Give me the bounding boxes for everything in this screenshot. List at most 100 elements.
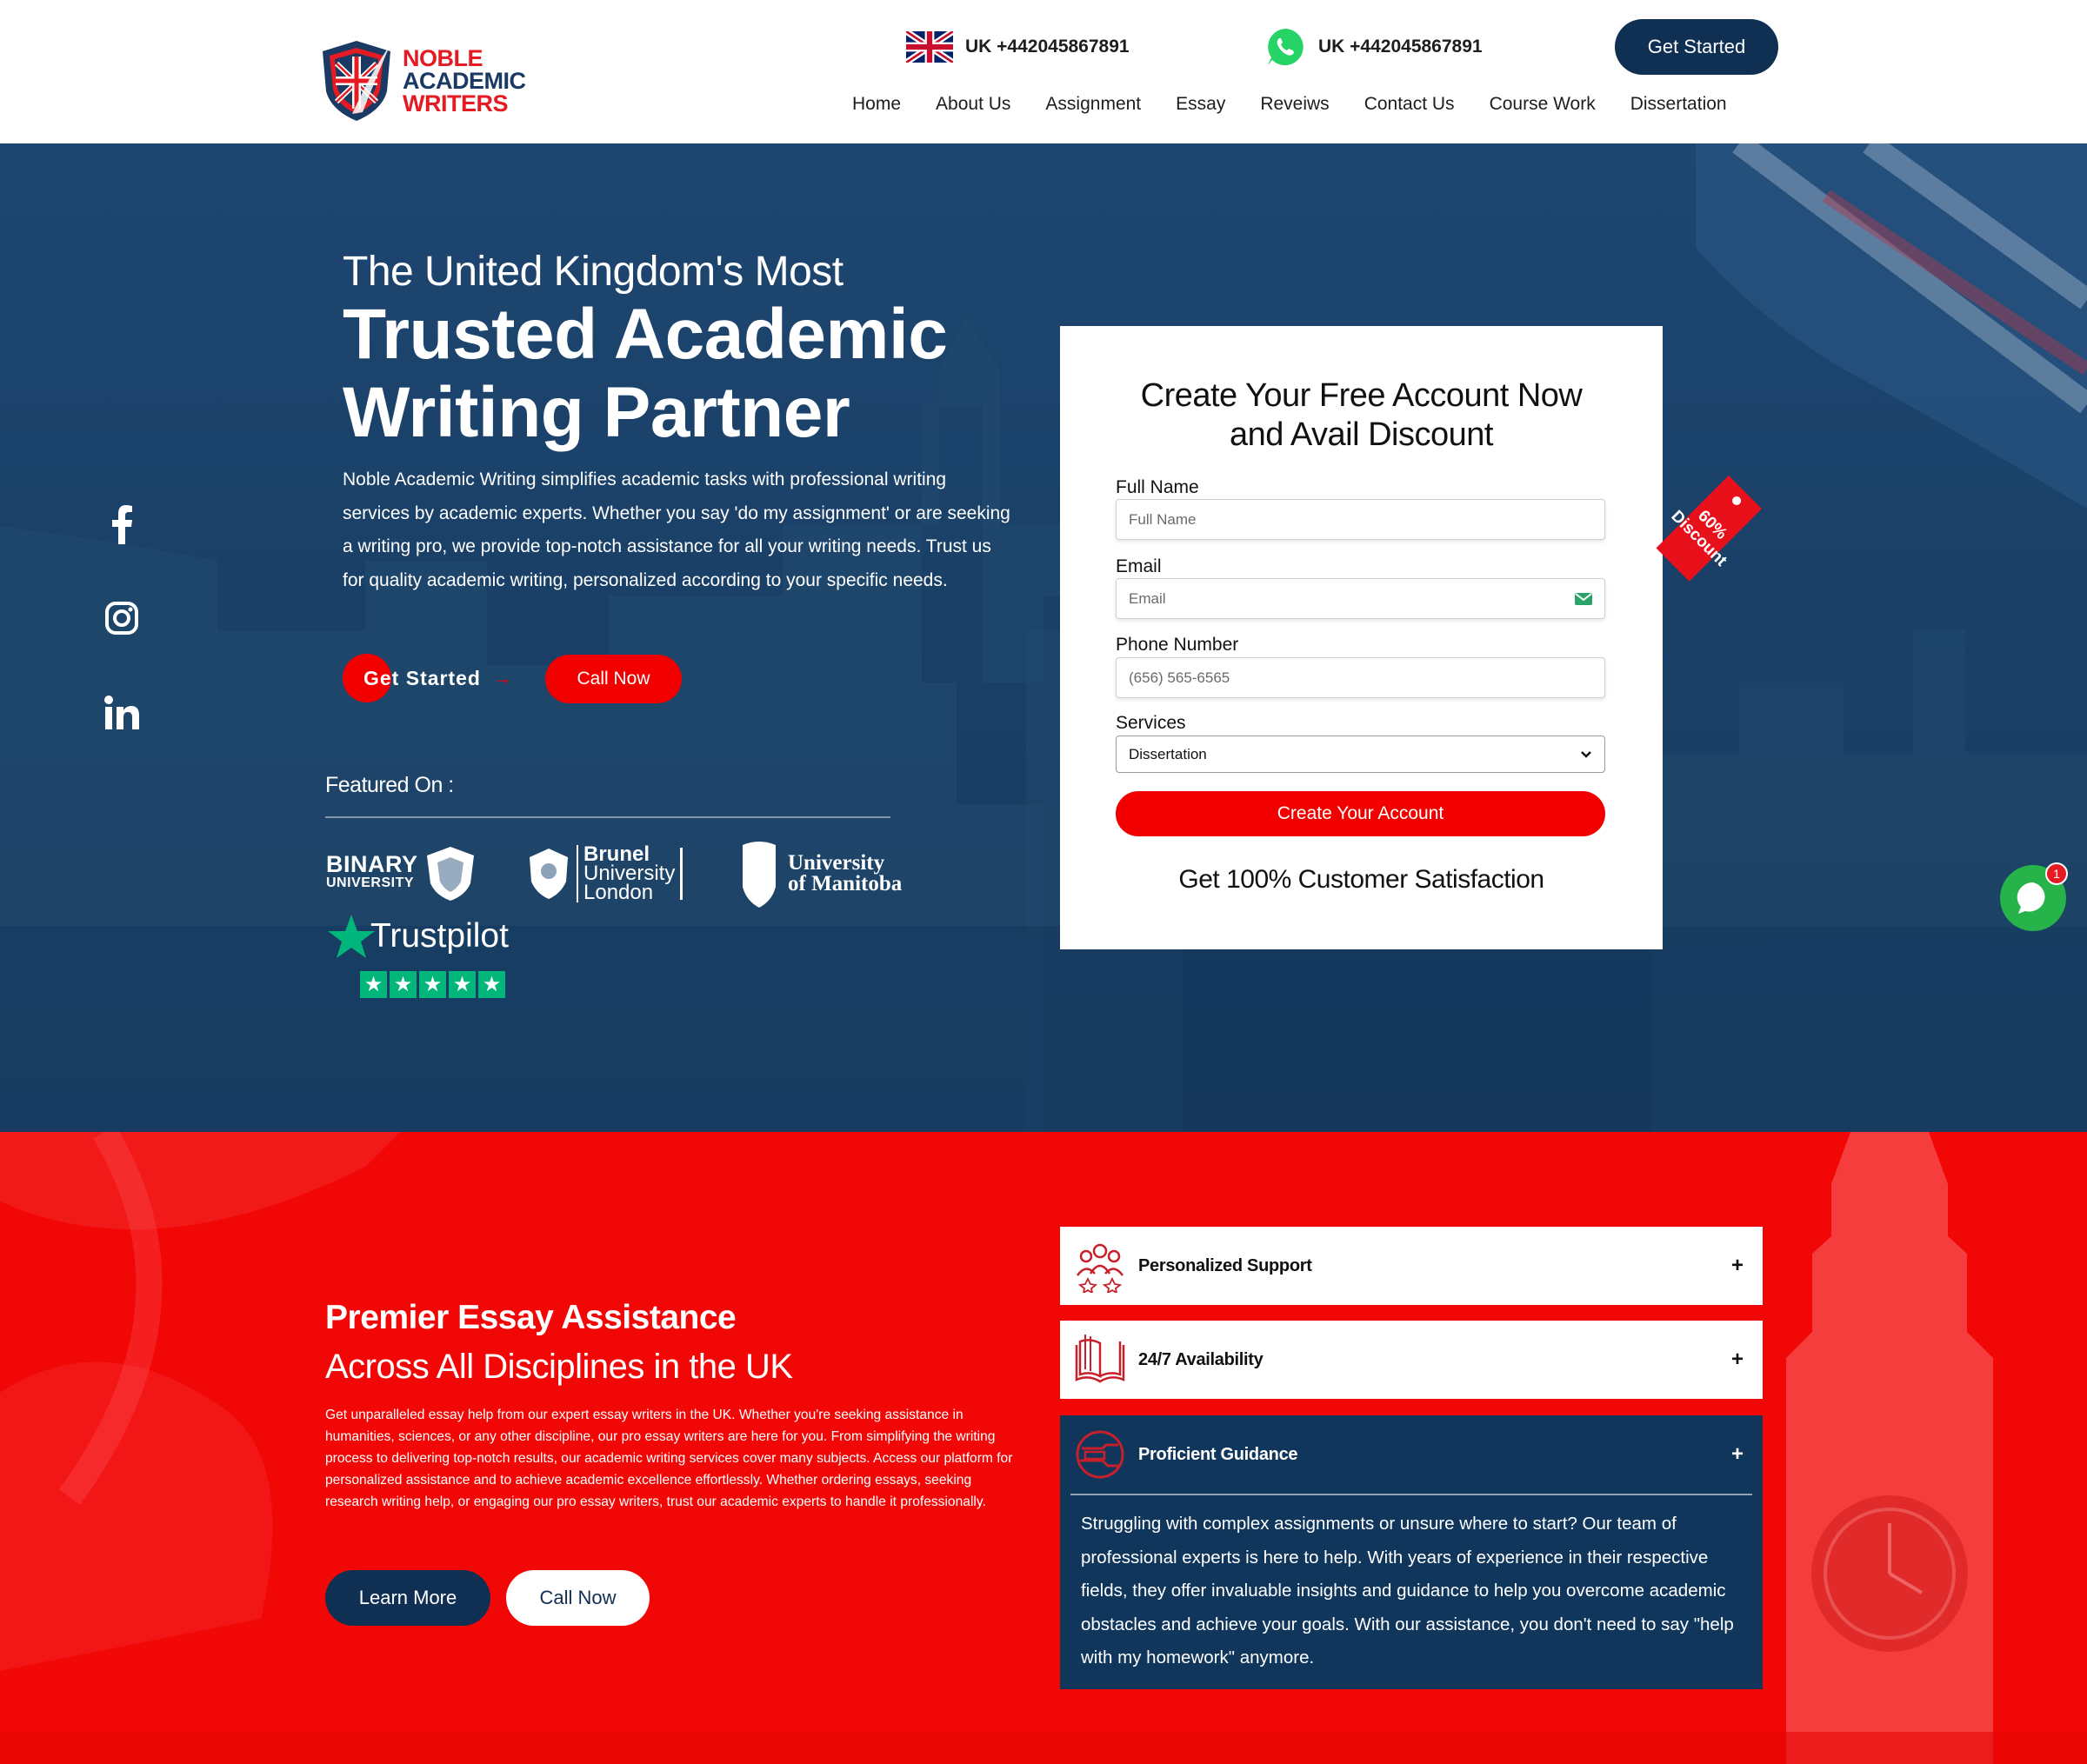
premier-essay-section: Premier Essay Assistance Across All Disc… bbox=[0, 1132, 2087, 1764]
accordion-label: 24/7 Availability bbox=[1138, 1349, 1264, 1369]
nav-essay[interactable]: Essay bbox=[1176, 94, 1225, 115]
nav-home[interactable]: Home bbox=[852, 94, 901, 115]
facebook-icon[interactable] bbox=[101, 503, 143, 545]
manitoba-shield-icon bbox=[743, 842, 776, 908]
accordion-body: Struggling with complex assignments or u… bbox=[1081, 1514, 1734, 1667]
team-icon bbox=[1072, 1238, 1128, 1294]
trustpilot-rating-stars: ★ ★ ★ ★ ★ bbox=[360, 971, 505, 998]
crest-icon bbox=[426, 847, 474, 901]
envelope-icon bbox=[1575, 592, 1592, 605]
hero-get-started-button[interactable]: Get Started → bbox=[343, 654, 517, 702]
accordion-header[interactable]: 24/7 Availability + bbox=[1060, 1321, 1763, 1399]
email-label: Email bbox=[1116, 556, 1162, 576]
accordion-label: Proficient Guidance bbox=[1138, 1444, 1298, 1464]
hero-call-now-button[interactable]: Call Now bbox=[545, 655, 682, 703]
phone-whatsapp[interactable]: UK +442045867891 bbox=[1264, 26, 1483, 68]
email-placeholder: Email bbox=[1129, 589, 1166, 607]
book-icon bbox=[1072, 1332, 1128, 1388]
form-title: Create Your Free Account Now and Avail D… bbox=[1060, 376, 1663, 455]
premier-description: Get unparalleled essay help from our exp… bbox=[325, 1408, 1013, 1509]
binary-line1: BINARY bbox=[326, 851, 418, 877]
full-name-input[interactable]: Full Name bbox=[1116, 499, 1605, 540]
star-icon: ★ bbox=[449, 971, 476, 998]
chat-notification-badge: 1 bbox=[2045, 862, 2068, 885]
learn-more-button[interactable]: Learn More bbox=[325, 1570, 490, 1626]
accordion-item-availability[interactable]: 24/7 Availability + bbox=[1060, 1321, 1763, 1399]
phone-label: Phone Number bbox=[1116, 635, 1239, 655]
call-now-button[interactable]: Call Now bbox=[506, 1570, 650, 1626]
manitoba-line2: of Manitoba bbox=[788, 872, 903, 895]
hero-subtitle: The United Kingdom's Most bbox=[343, 249, 843, 295]
binary-university-logo: BINARY UNIVERSITY bbox=[326, 839, 477, 909]
nav-about-us[interactable]: About Us bbox=[936, 94, 1010, 115]
trustpilot-star-icon bbox=[328, 915, 375, 958]
logo-wordmark: NOBLE ACADEMIC WRITERS bbox=[403, 44, 526, 116]
red-background-decoration bbox=[0, 1132, 2087, 1764]
nav-dissertation[interactable]: Dissertation bbox=[1630, 94, 1727, 115]
star-icon: ★ bbox=[360, 971, 387, 998]
shield-logo-icon bbox=[323, 40, 390, 121]
brunel-line3: London bbox=[583, 881, 654, 904]
full-name-label: Full Name bbox=[1116, 477, 1199, 497]
plus-icon[interactable]: + bbox=[1731, 1348, 1744, 1372]
chat-icon bbox=[2017, 882, 2045, 914]
premier-title: Premier Essay Assistance bbox=[325, 1299, 737, 1336]
site-header: NOBLE ACADEMIC WRITERS UK +442045867891 … bbox=[0, 0, 2087, 143]
hero-get-started-label: Get Started bbox=[363, 666, 481, 689]
accordion-header[interactable]: Personalized Support + bbox=[1060, 1227, 1763, 1305]
manitoba-line1: University bbox=[788, 851, 885, 875]
nav-contact-us[interactable]: Contact Us bbox=[1364, 94, 1455, 115]
brunel-crest-icon bbox=[530, 849, 568, 899]
main-nav: Home About Us Assignment Essay Reveiws C… bbox=[852, 94, 1762, 115]
accordion-label: Personalized Support bbox=[1138, 1255, 1312, 1275]
logo-line2: ACADEMIC bbox=[403, 67, 526, 94]
linkedin-icon[interactable] bbox=[101, 692, 143, 734]
accordion-header[interactable]: Proficient Guidance + bbox=[1060, 1415, 1763, 1494]
brunel-bar bbox=[680, 848, 683, 900]
plus-icon[interactable]: + bbox=[1731, 1254, 1744, 1278]
featured-divider bbox=[325, 816, 890, 818]
trustpilot-logo: Trustpilot bbox=[327, 910, 536, 962]
featured-on-label: Featured On : bbox=[325, 773, 454, 797]
university-manitoba-logo: University of Manitoba bbox=[739, 839, 902, 909]
phone-whatsapp-number: UK +442045867891 bbox=[1318, 37, 1483, 57]
form-title-line1: Create Your Free Account Now bbox=[1140, 377, 1583, 414]
chevron-down-icon bbox=[1581, 750, 1591, 758]
form-title-line2: and Avail Discount bbox=[1230, 416, 1493, 453]
whatsapp-icon bbox=[1264, 26, 1306, 68]
star-icon: ★ bbox=[390, 971, 417, 998]
header-get-started-button[interactable]: Get Started bbox=[1615, 19, 1778, 75]
services-label: Services bbox=[1116, 713, 1186, 733]
satisfaction-text: Get 100% Customer Satisfaction bbox=[1178, 865, 1544, 894]
signup-form: Create Your Free Account Now and Avail D… bbox=[1060, 326, 1663, 949]
castle-background-image bbox=[0, 143, 2087, 1132]
arrow-right-icon: → bbox=[492, 667, 513, 689]
accordion-item-proficient-guidance[interactable]: Proficient Guidance + Struggling with co… bbox=[1060, 1415, 1763, 1689]
logo-line3: WRITERS bbox=[403, 90, 508, 116]
instagram-icon[interactable] bbox=[101, 597, 143, 639]
hero-title: Trusted Academic Writing Partner bbox=[343, 295, 948, 452]
nav-course-work[interactable]: Course Work bbox=[1490, 94, 1596, 115]
discount-tag: 60% Discount bbox=[1649, 475, 1763, 589]
trustpilot-wordmark: Trustpilot bbox=[370, 917, 509, 955]
star-icon: ★ bbox=[478, 971, 505, 998]
binary-line2: UNIVERSITY bbox=[326, 875, 415, 890]
hero-description: Noble Academic Writing simplifies academ… bbox=[343, 469, 1010, 590]
hero-section: The United Kingdom's Most Trusted Academ… bbox=[0, 143, 2087, 1132]
plus-icon[interactable]: + bbox=[1731, 1442, 1744, 1467]
site-logo[interactable]: NOBLE ACADEMIC WRITERS bbox=[317, 35, 535, 126]
guidance-icon bbox=[1072, 1427, 1128, 1482]
nav-assignment[interactable]: Assignment bbox=[1045, 94, 1141, 115]
uk-flag-icon bbox=[906, 31, 953, 63]
nav-reviews[interactable]: Reveiws bbox=[1260, 94, 1329, 115]
email-input[interactable]: Email bbox=[1116, 578, 1605, 619]
logo-line1: NOBLE bbox=[403, 44, 483, 71]
phone-uk[interactable]: UK +442045867891 bbox=[906, 26, 1130, 68]
star-icon: ★ bbox=[419, 971, 446, 998]
accordion-item-personalized-support[interactable]: Personalized Support + bbox=[1060, 1227, 1763, 1305]
services-select[interactable]: Dissertation bbox=[1116, 736, 1605, 773]
create-account-button[interactable]: Create Your Account bbox=[1116, 791, 1605, 836]
premier-subtitle: Across All Disciplines in the UK bbox=[325, 1348, 793, 1386]
brunel-university-logo: Brunel University London bbox=[526, 839, 683, 909]
phone-input[interactable]: (656) 565-6565 bbox=[1116, 657, 1605, 698]
